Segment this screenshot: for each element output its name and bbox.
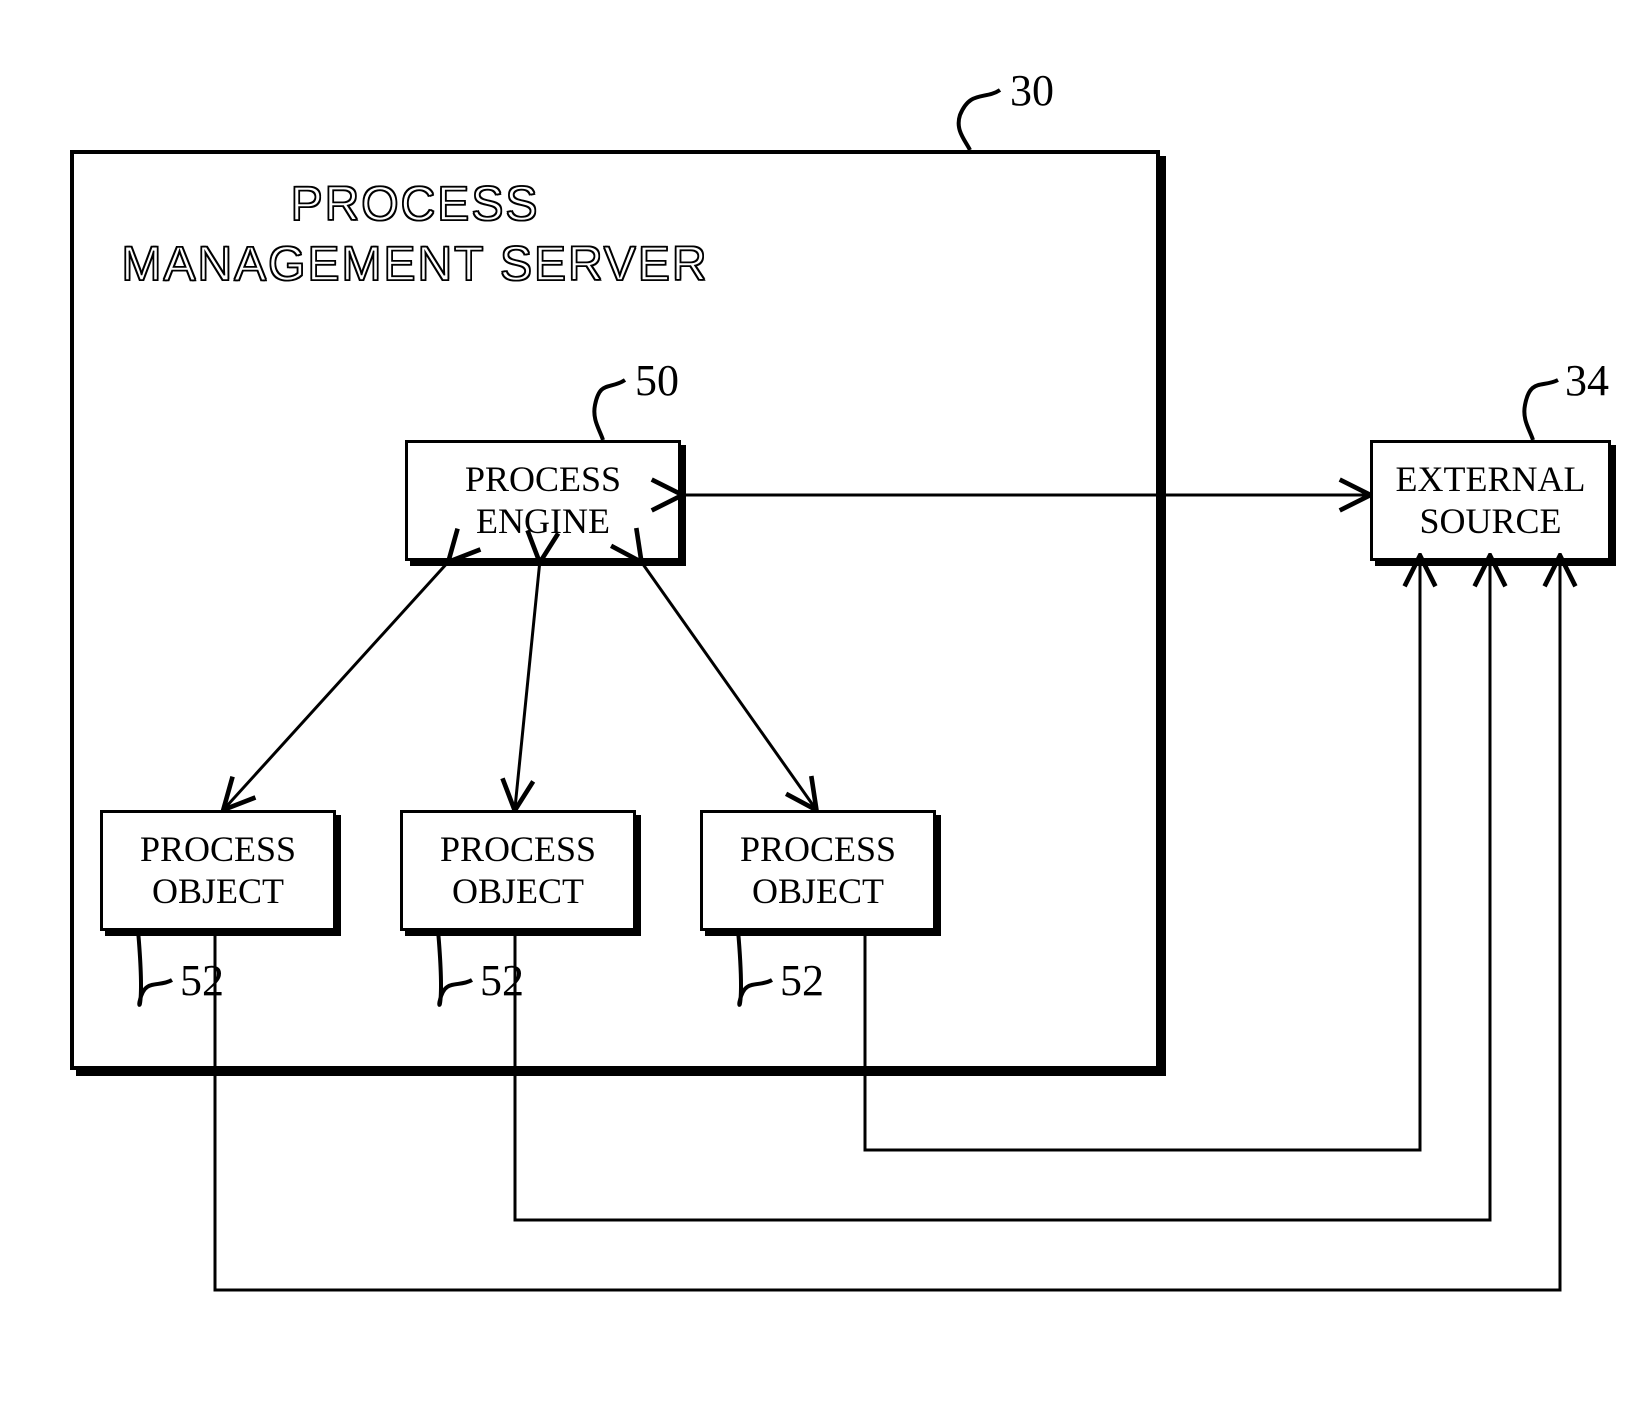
process-object-box-2: PROCESS OBJECT [400,810,636,931]
ref-50: 50 [635,355,679,406]
ref-52-3: 52 [780,955,824,1006]
ref-34: 34 [1565,355,1609,406]
process-object-box-3: PROCESS OBJECT [700,810,936,931]
ref-52-2: 52 [480,955,524,1006]
server-title: PROCESS MANAGEMENT SERVER [115,175,715,295]
ref-30: 30 [1010,65,1054,116]
ref-52-1: 52 [180,955,224,1006]
external-source-box: EXTERNAL SOURCE [1370,440,1611,561]
process-object-box-1: PROCESS OBJECT [100,810,336,931]
process-engine-box: PROCESS ENGINE [405,440,681,561]
